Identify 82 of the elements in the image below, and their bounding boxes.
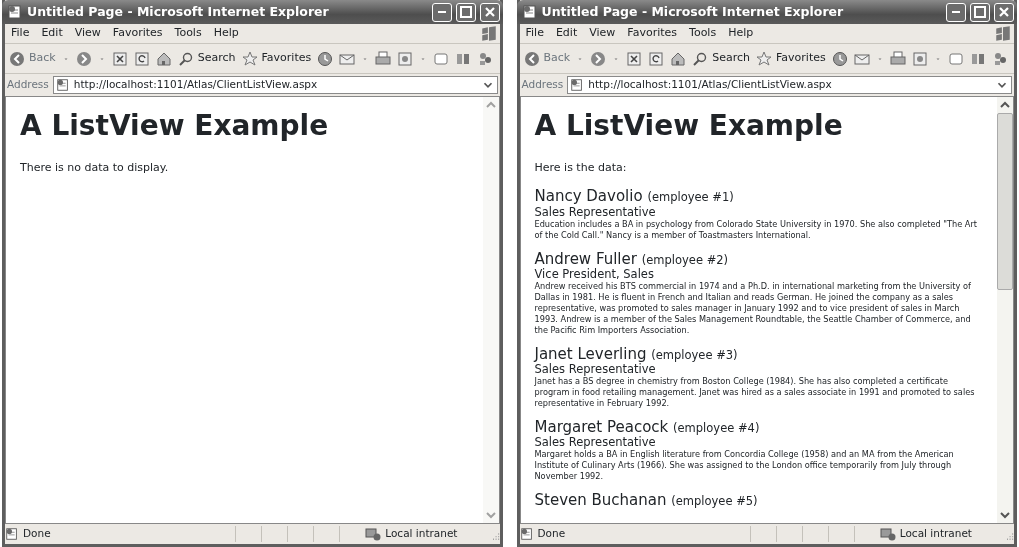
stop-icon[interactable]	[111, 50, 128, 67]
minimize-button[interactable]	[946, 2, 966, 22]
employee-name: Janet Leverling (employee #3)	[534, 345, 739, 363]
page-icon	[55, 78, 70, 92]
maximize-icon	[459, 6, 472, 18]
close-icon	[484, 7, 495, 17]
menu-item[interactable]: Edit	[35, 23, 69, 44]
search-icon	[692, 50, 709, 67]
page-icon	[7, 4, 23, 20]
page-icon	[521, 4, 538, 20]
minimize-icon	[952, 11, 960, 13]
status-text: Done	[23, 526, 52, 542]
maximize-button[interactable]	[970, 2, 990, 22]
close-icon	[999, 7, 1009, 17]
close-button[interactable]	[994, 2, 1014, 22]
maximize-button[interactable]	[455, 2, 476, 22]
menu-item[interactable]: File	[519, 23, 550, 44]
minimize-button[interactable]	[431, 2, 452, 22]
back-button[interactable]: Back	[9, 50, 56, 67]
printer-icon[interactable]	[375, 50, 392, 67]
employee-name: Steven Buchanan (employee #5)	[534, 491, 759, 510]
favorites-button[interactable]: Favorites	[241, 50, 312, 67]
employee-notes: Margaret holds a BA in English literature from Concordia College (1958) and an MA from the American Institute of Culinary Arts (1966). She was assigned to the London office temporarily from July through November 1992.	[534, 449, 955, 482]
intro-text: There is no data to display.	[20, 159, 170, 176]
menu-item[interactable]: Tools	[168, 23, 208, 44]
history-icon[interactable]	[317, 50, 334, 67]
page-icon	[570, 78, 585, 92]
minimize-icon	[437, 11, 446, 13]
menu-item[interactable]: View	[583, 23, 622, 44]
employee-title: Sales Representative	[534, 362, 656, 377]
favorites-button[interactable]: Favorites	[756, 50, 826, 67]
address-label: Address	[521, 77, 564, 93]
menu-item[interactable]: Help	[207, 23, 245, 44]
employee-name: Margaret Peacock (employee #4)	[534, 418, 761, 436]
printer-icon[interactable]	[889, 50, 906, 67]
zone-text: Local intranet	[899, 526, 973, 542]
address-label: Address	[7, 77, 49, 93]
window-title: Untitled Page - Microsoft Internet Explorer	[541, 2, 845, 21]
employee-notes: Education includes a BA in psychology from Colorado State University in 1970. She also completed "The Art of the Cold Call." Nancy is a member of Toastmasters International.	[534, 218, 978, 241]
page-icon	[5, 527, 19, 541]
zone-text: Local intranet	[385, 526, 459, 542]
intranet-icon	[365, 526, 382, 542]
scrollbar-thumb[interactable]	[997, 113, 1013, 291]
address-field[interactable]: http://localhost:1101/Atlas/ClientListView.aspx	[567, 76, 1012, 94]
employee-name: Andrew Fuller (employee #2)	[534, 250, 730, 268]
employee-notes: Janet has a BS degree in chemistry from Boston College (1984). She has also completed a certificate program in food retailing management. Janet was hired as a sales associate in 1991 and promoted to sales representative in February 1992.	[534, 376, 976, 409]
menu-item[interactable]: Favorites	[621, 23, 684, 44]
menu-item[interactable]: File	[5, 23, 36, 44]
scrollbar[interactable]	[997, 97, 1013, 523]
employee-title: Vice President, Sales	[534, 267, 654, 282]
menu-item[interactable]: Edit	[549, 23, 584, 44]
page-heading: A ListView Example	[20, 111, 330, 142]
back-button[interactable]: Back	[523, 50, 571, 67]
menu-item[interactable]: Favorites	[106, 23, 169, 44]
menu-item[interactable]: View	[68, 23, 107, 44]
close-button[interactable]	[479, 2, 500, 22]
window-title: Untitled Page - Microsoft Internet Explorer	[27, 2, 330, 21]
employee-title: Sales Representative	[534, 436, 657, 450]
status-text: Done	[537, 526, 567, 542]
page-icon	[519, 527, 534, 541]
menu-item[interactable]: Tools	[683, 23, 723, 44]
employee-title: Sales Representative	[534, 205, 657, 219]
refresh-icon[interactable]	[648, 50, 665, 67]
stop-icon[interactable]	[626, 50, 643, 67]
intro-text: Here is the data:	[534, 159, 628, 176]
intranet-icon	[879, 526, 896, 542]
home-icon[interactable]	[670, 50, 687, 67]
refresh-icon[interactable]	[133, 50, 150, 67]
search-button[interactable]: Search	[692, 50, 750, 67]
page-heading: A ListView Example	[534, 111, 844, 142]
home-icon[interactable]	[155, 50, 172, 67]
search-button[interactable]: Search	[177, 50, 236, 67]
menu-item[interactable]: Help	[722, 23, 760, 44]
star-icon	[241, 50, 258, 67]
address-field[interactable]: http://localhost:1101/Atlas/ClientListView.aspx	[52, 76, 498, 94]
maximize-icon	[974, 6, 986, 18]
star-icon	[756, 50, 772, 67]
people-icon[interactable]	[477, 50, 494, 67]
employee-name: Nancy Davolio (employee #1)	[534, 188, 735, 206]
employee-notes: Andrew received his BTS commercial in 1974 and a Ph.D. in international marketing from the University of Dallas in 1981. He is fluent in French and Italian and reads German. He joined the company as a sales representative, was promoted to sales manager in January 1992 and to vice president of sales in March 1993. Andrew is a member of the Sales Management Roundtable, the Seattle Chamber of Commerce, and the Pacific Rim Importers Association.	[534, 281, 972, 336]
history-icon[interactable]	[831, 50, 848, 67]
search-icon	[177, 50, 194, 67]
